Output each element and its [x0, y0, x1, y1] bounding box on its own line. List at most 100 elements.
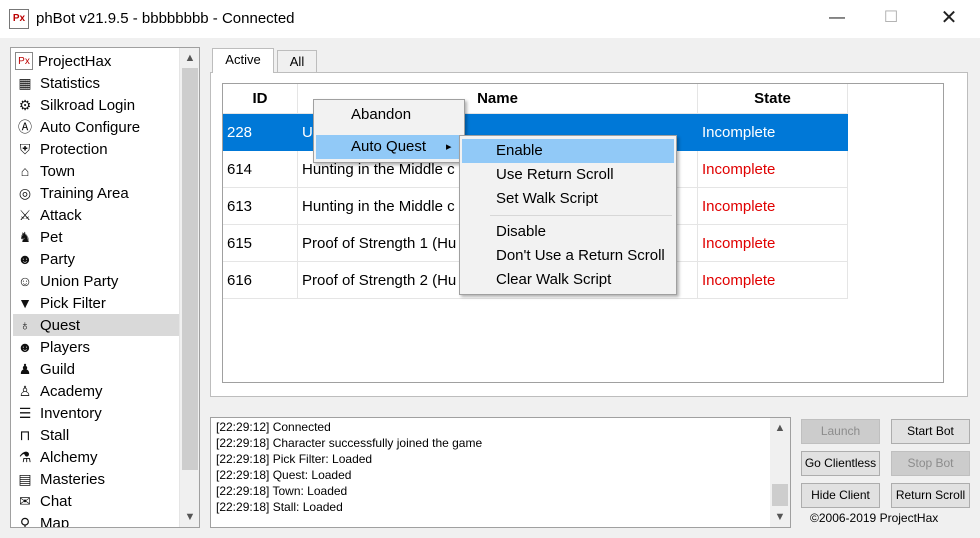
log-output[interactable]: [22:29:12] Connected [22:29:18] Characte… — [210, 417, 791, 528]
hide-client-button[interactable]: Hide Client — [801, 483, 880, 508]
sidebar-nav: Px ProjectHax ▦ Statistics ⚙ Silkroad Lo… — [10, 47, 200, 528]
scrollbar-thumb[interactable] — [772, 484, 788, 506]
menu-item-auto-quest[interactable]: Auto Quest ▸ — [316, 135, 462, 159]
sidebar-item-party[interactable]: ☻ Party — [13, 248, 179, 270]
tab-all[interactable]: All — [277, 50, 317, 72]
quest-id: 616 — [223, 262, 298, 299]
alchemy-icon: ⚗ — [18, 448, 32, 465]
stop-bot-button[interactable]: Stop Bot — [891, 451, 970, 476]
sidebar-item-label: Stall — [40, 426, 70, 444]
menu-item-dont-use-return-scroll[interactable]: Don't Use a Return Scroll — [462, 244, 674, 268]
sidebar-item-guild[interactable]: ♟ Guild — [13, 358, 179, 380]
sidebar-item-statistics[interactable]: ▦ Statistics — [13, 72, 179, 94]
scroll-up-arrow-icon[interactable]: ▲ — [180, 48, 199, 68]
players-icon: ☻ — [17, 339, 33, 355]
sidebar-item-academy[interactable]: ♙ Academy — [13, 380, 179, 402]
phbot-app-icon: Px — [9, 9, 29, 29]
sidebar-item-map[interactable]: ⚲ Map — [13, 512, 179, 528]
sidebar-item-alchemy[interactable]: ⚗ Alchemy — [13, 446, 179, 468]
start-bot-button[interactable]: Start Bot — [891, 419, 970, 444]
sidebar-item-silkroad-login[interactable]: ⚙ Silkroad Login — [13, 94, 179, 116]
quest-state: Incomplete — [698, 114, 848, 151]
union-party-icon: ☺ — [17, 273, 33, 289]
auto-configure-icon: Ⓐ — [18, 119, 32, 135]
sidebar-scrollbar[interactable]: ▲ ▼ — [179, 48, 199, 527]
filter-icon: ▼ — [18, 295, 32, 311]
quest-id: 228 — [223, 114, 298, 151]
sidebar-item-chat[interactable]: ✉ Chat — [13, 490, 179, 512]
sidebar-item-label: Alchemy — [40, 448, 98, 466]
sidebar-item-label: Pet — [40, 228, 63, 246]
sidebar-item-protection[interactable]: ⛨ Protection — [13, 138, 179, 160]
scrollbar-thumb[interactable] — [182, 68, 198, 470]
menu-item-enable[interactable]: Enable — [462, 139, 674, 163]
return-scroll-button[interactable]: Return Scroll — [891, 483, 970, 508]
quest-context-menu: Abandon Auto Quest ▸ — [313, 99, 465, 163]
sidebar-item-projecthax[interactable]: Px ProjectHax — [13, 50, 179, 72]
auto-quest-submenu: Enable Use Return Scroll Set Walk Script… — [459, 135, 677, 295]
sidebar-item-quest[interactable]: ♁ Quest — [13, 314, 179, 336]
log-line: [22:29:18] Pick Filter: Loaded — [216, 452, 373, 466]
sword-icon: ⚔ — [18, 206, 32, 223]
sidebar-item-union-party[interactable]: ☺ Union Party — [13, 270, 179, 292]
sidebar-item-auto-configure[interactable]: Ⓐ Auto Configure — [13, 116, 179, 138]
inventory-icon: ☰ — [18, 404, 32, 421]
copyright-text: ©2006-2019 ProjectHax — [810, 511, 939, 525]
sidebar-item-label: Pick Filter — [40, 294, 106, 312]
sidebar-item-players[interactable]: ☻ Players — [13, 336, 179, 358]
go-clientless-button[interactable]: Go Clientless — [801, 451, 880, 476]
menu-separator — [490, 215, 672, 216]
menu-item-clear-walk-script[interactable]: Clear Walk Script — [462, 268, 674, 292]
quest-state: Incomplete — [698, 225, 848, 262]
menu-item-label: Auto Quest — [351, 138, 427, 155]
scroll-down-arrow-icon[interactable]: ▼ — [180, 507, 199, 527]
menu-item-use-return-scroll[interactable]: Use Return Scroll — [462, 163, 674, 187]
sidebar-item-label: Silkroad Login — [40, 96, 136, 114]
submenu-arrow-icon: ▸ — [446, 141, 452, 153]
window-title: phBot v21.9.5 - bbbbbbbb - Connected — [36, 10, 295, 27]
quest-id: 613 — [223, 188, 298, 225]
statistics-icon: ▦ — [18, 74, 32, 91]
quest-state: Incomplete — [698, 262, 848, 299]
sidebar-item-inventory[interactable]: ☰ Inventory — [13, 402, 179, 424]
sidebar-item-label: Masteries — [40, 470, 106, 488]
log-scrollbar[interactable]: ▲ ▼ — [770, 418, 790, 527]
menu-item-set-walk-script[interactable]: Set Walk Script — [462, 187, 674, 211]
sidebar-item-stall[interactable]: ⊓ Stall — [13, 424, 179, 446]
sidebar-item-label: Protection — [40, 140, 108, 158]
quest-state: Incomplete — [698, 151, 848, 188]
log-line: [22:29:12] Connected — [216, 420, 331, 434]
sidebar-item-town[interactable]: ⌂ Town — [13, 160, 179, 182]
scroll-down-arrow-icon[interactable]: ▼ — [770, 507, 790, 527]
sidebar-item-masteries[interactable]: ▤ Masteries — [13, 468, 179, 490]
sidebar-item-label: Academy — [40, 382, 103, 400]
sidebar-item-label: Training Area — [40, 184, 129, 202]
menu-item-abandon[interactable]: Abandon — [316, 103, 462, 127]
quest-state: Incomplete — [698, 188, 848, 225]
close-button[interactable]: ✕ — [926, 0, 972, 36]
minimize-button[interactable]: — — [814, 0, 860, 36]
pet-icon: ♞ — [18, 228, 32, 245]
launch-button[interactable]: Launch — [801, 419, 880, 444]
menu-item-disable[interactable]: Disable — [462, 220, 674, 244]
guild-icon: ♟ — [18, 360, 32, 377]
sidebar-item-label: ProjectHax — [38, 52, 112, 70]
target-icon: ◎ — [18, 184, 32, 201]
scroll-up-arrow-icon[interactable]: ▲ — [770, 418, 790, 438]
log-line: [22:29:18] Town: Loaded — [216, 484, 348, 498]
maximize-button[interactable]: ☐ — [868, 0, 914, 36]
sidebar-item-pet[interactable]: ♞ Pet — [13, 226, 179, 248]
column-header-id[interactable]: ID — [223, 84, 298, 114]
column-header-state[interactable]: State — [698, 84, 848, 114]
sidebar-item-pick-filter[interactable]: ▼ Pick Filter — [13, 292, 179, 314]
log-line: [22:29:18] Stall: Loaded — [216, 500, 343, 514]
quest-id: 615 — [223, 225, 298, 262]
tab-active[interactable]: Active — [212, 48, 274, 73]
sidebar-item-label: Party — [40, 250, 76, 268]
sidebar-item-training-area[interactable]: ◎ Training Area — [13, 182, 179, 204]
sidebar-item-attack[interactable]: ⚔ Attack — [13, 204, 179, 226]
sidebar-item-label: Attack — [40, 206, 82, 224]
sidebar-item-label: Players — [40, 338, 91, 356]
masteries-icon: ▤ — [18, 470, 32, 487]
sidebar-item-label: Town — [40, 162, 76, 180]
